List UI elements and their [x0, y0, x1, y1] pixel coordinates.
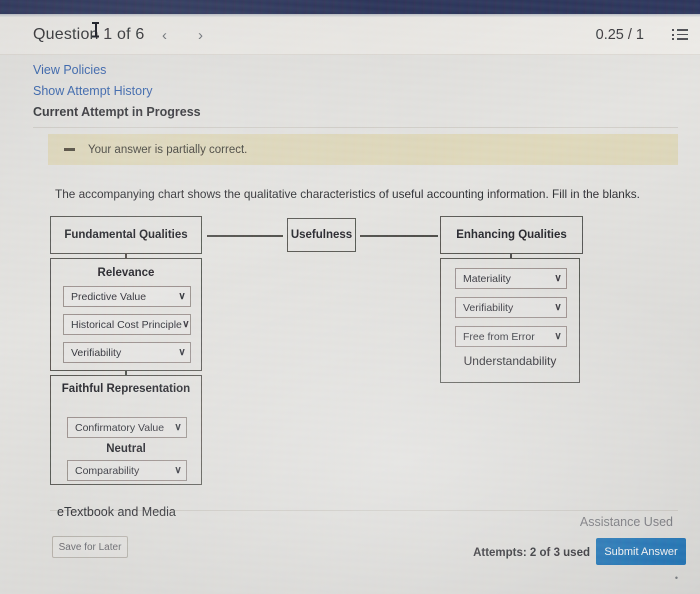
enhancing-qualities-node: Enhancing Qualities — [440, 216, 583, 254]
faithful-dropdown-2-value: Comparability — [75, 464, 140, 477]
scroll-marker: • — [674, 573, 678, 583]
chevron-down-icon: ∨ — [554, 331, 562, 342]
chevron-down-icon: ∨ — [174, 422, 182, 433]
browser-chrome-bar — [0, 0, 700, 14]
fundamental-qualities-node: Fundamental Qualities — [50, 216, 202, 254]
enhancing-dropdown-2[interactable]: Verifiability ∨ — [455, 297, 567, 318]
chevron-down-icon: ∨ — [174, 465, 182, 476]
relevance-group: Relevance Predictive Value ∨ Historical … — [50, 258, 202, 371]
chevron-down-icon: ∨ — [554, 302, 562, 313]
view-policies-link[interactable]: View Policies — [33, 63, 106, 77]
faithful-dropdown-1-value: Confirmatory Value — [75, 421, 165, 434]
relevance-dropdown-3-value: Verifiability — [71, 346, 122, 359]
enhancing-dropdown-2-value: Verifiability — [463, 301, 514, 314]
etextbook-and-media-link[interactable]: eTextbook and Media — [57, 505, 176, 519]
chevron-down-icon: ∨ — [178, 291, 186, 302]
neutral-label: Neutral — [106, 443, 146, 455]
connector-right — [360, 235, 438, 237]
submit-answer-button[interactable]: Submit Answer — [596, 538, 686, 565]
text-cursor — [92, 22, 99, 37]
question-body: View Policies Show Attempt History Curre… — [0, 55, 700, 594]
fundamental-qualities-label: Fundamental Qualities — [64, 229, 188, 241]
score-display: 0.25 / 1 — [595, 27, 644, 43]
previous-question-button[interactable]: ‹ — [162, 27, 167, 44]
save-for-later-button[interactable]: Save for Later — [52, 536, 128, 558]
enhancing-dropdown-3-value: Free from Error — [463, 330, 535, 343]
faithful-dropdown-1[interactable]: Confirmatory Value ∨ — [67, 417, 187, 438]
qualitative-characteristics-diagram: Fundamental Qualities Usefulness Enhanci… — [0, 210, 700, 500]
partial-correct-icon — [64, 148, 75, 151]
relevance-dropdown-2[interactable]: Historical Cost Principle ∨ — [63, 314, 191, 335]
relevance-dropdown-3[interactable]: Verifiability ∨ — [63, 342, 191, 363]
faithful-representation-group: Faithful Representation Confirmatory Val… — [50, 375, 202, 485]
page-title: Question 1 of 6 — [33, 26, 145, 43]
faithful-representation-label: Faithful Representation — [61, 383, 191, 395]
partial-correct-banner: Your answer is partially correct. — [48, 134, 678, 165]
screenshot-root: Question 1 of 6 ‹ › 0.25 / 1 View Polici… — [0, 0, 700, 594]
current-attempt-label: Current Attempt in Progress — [33, 105, 201, 119]
chevron-down-icon: ∨ — [182, 319, 190, 330]
chevron-down-icon: ∨ — [554, 273, 562, 284]
relevance-dropdown-2-value: Historical Cost Principle — [71, 318, 182, 331]
enhancing-qualities-label: Enhancing Qualities — [456, 229, 567, 241]
understandability-label: Understandability — [463, 354, 557, 368]
faithful-dropdown-2[interactable]: Comparability ∨ — [67, 460, 187, 481]
relevance-dropdown-1[interactable]: Predictive Value ∨ — [63, 286, 191, 307]
usefulness-label: Usefulness — [290, 229, 353, 241]
connector-left — [207, 235, 283, 237]
usefulness-node: Usefulness — [287, 218, 356, 252]
banner-text: Your answer is partially correct. — [88, 143, 248, 156]
question-list-icon[interactable] — [672, 29, 688, 42]
question-header: Question 1 of 6 ‹ › 0.25 / 1 — [0, 17, 700, 55]
enhancing-dropdown-3[interactable]: Free from Error ∨ — [455, 326, 567, 347]
relevance-dropdown-1-value: Predictive Value — [71, 290, 147, 303]
enhancing-group: Materiality ∨ Verifiability ∨ Free from … — [440, 258, 580, 383]
chevron-down-icon: ∨ — [178, 347, 186, 358]
relevance-label: Relevance — [97, 267, 155, 279]
enhancing-dropdown-1[interactable]: Materiality ∨ — [455, 268, 567, 289]
header-divider — [33, 127, 678, 128]
show-attempt-history-link[interactable]: Show Attempt History — [33, 84, 153, 98]
attempts-counter: Attempts: 2 of 3 used — [473, 547, 590, 559]
next-question-button[interactable]: › — [198, 27, 203, 44]
assistance-used-label: Assistance Used — [579, 515, 673, 529]
question-prompt: The accompanying chart shows the qualita… — [55, 187, 640, 201]
enhancing-dropdown-1-value: Materiality — [463, 272, 511, 285]
